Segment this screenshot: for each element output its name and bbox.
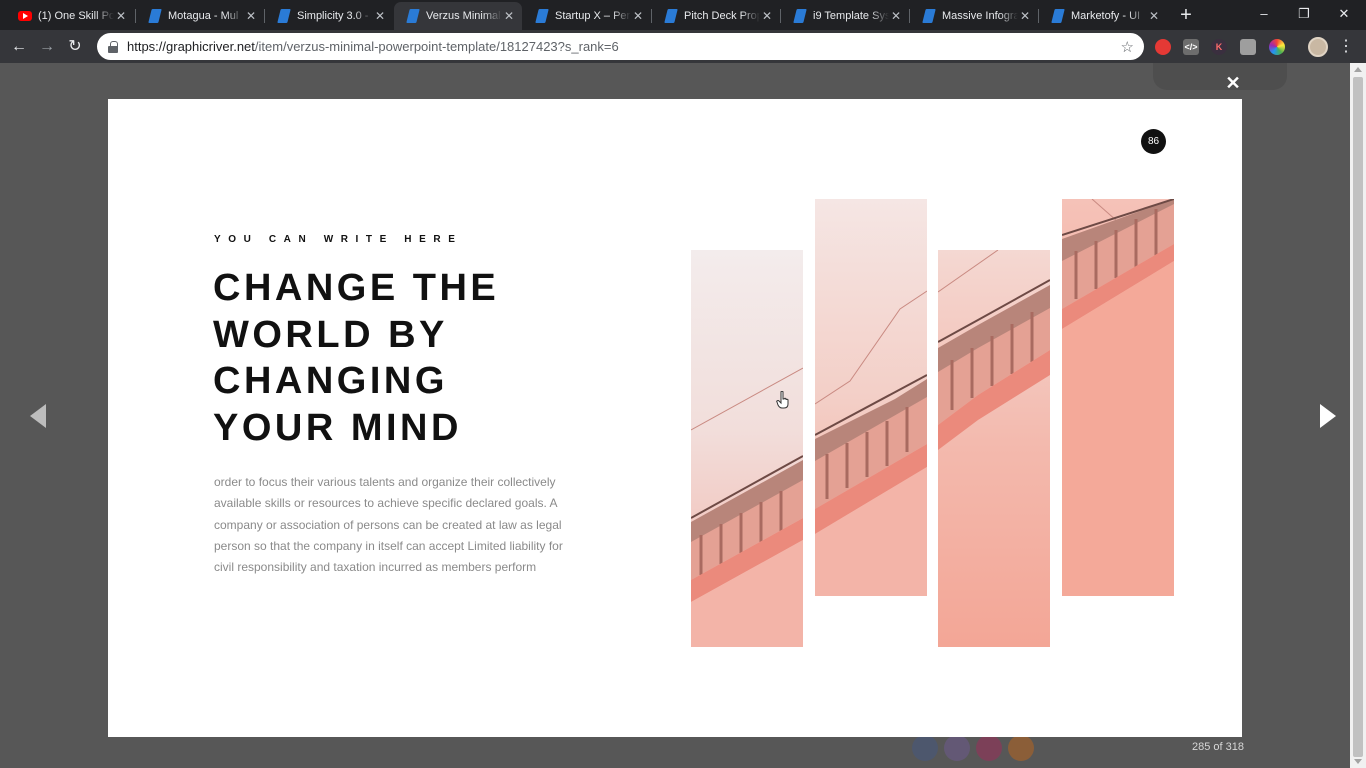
scroll-up-icon[interactable] — [1354, 67, 1362, 72]
slide-headline: CHANGE THE WORLD BY CHANGING YOUR MIND — [213, 265, 633, 451]
tab-title: Marketofy - UI — [1071, 10, 1141, 22]
tab-title: Motagua - Mul — [168, 10, 239, 22]
escalator-image-strip-3 — [938, 250, 1050, 647]
tab-title: Massive Infogra — [942, 10, 1018, 22]
lock-icon — [108, 40, 118, 53]
close-icon[interactable]: ✕ — [760, 9, 774, 23]
slide-preview: 86 YOU CAN WRITE HERE CHANGE THE WORLD B… — [108, 99, 1242, 737]
tab-strip: (1) One Skill Po ✕ Motagua - Mul ✕ Simpl… — [0, 0, 1366, 30]
url-text[interactable]: https://graphicriver.net/item/verzus-min… — [127, 39, 1121, 54]
youtube-icon — [18, 9, 32, 23]
envato-icon — [793, 9, 807, 23]
scroll-down-icon[interactable] — [1354, 759, 1362, 764]
browser-toolbar: ← → ↻ https://graphicriver.net/item/verz… — [0, 30, 1366, 63]
address-bar[interactable]: https://graphicriver.net/item/verzus-min… — [97, 33, 1144, 60]
slide-eyebrow: YOU CAN WRITE HERE — [214, 234, 463, 245]
extension-k-icon[interactable]: K — [1211, 39, 1227, 55]
tab-title: Simplicity 3.0 - — [297, 10, 369, 22]
page-scrollbar[interactable] — [1350, 63, 1366, 768]
envato-icon — [277, 9, 291, 23]
heart-icon — [976, 735, 1002, 761]
escalator-image-strip-1 — [691, 250, 803, 647]
close-icon[interactable]: ✕ — [889, 9, 903, 23]
extension-grid-icon[interactable] — [1240, 39, 1256, 55]
extension-red-icon[interactable] — [1155, 39, 1171, 55]
slide-body-text: order to focus their various talents and… — [214, 475, 563, 575]
scroll-thumb[interactable] — [1353, 77, 1363, 757]
envato-icon — [664, 9, 678, 23]
envato-icon — [535, 9, 549, 23]
headline-line: YOUR MIND — [213, 406, 462, 449]
graphicriver-logo-ghost — [1153, 63, 1287, 90]
headline-line: CHANGE THE — [213, 267, 500, 309]
envato-icon — [1051, 9, 1065, 23]
social-icon — [944, 735, 970, 761]
lightbox-close-button[interactable]: ✕ — [1222, 73, 1244, 95]
tab-simplicity[interactable]: Simplicity 3.0 - ✕ — [265, 2, 393, 30]
tab-title: Pitch Deck Prop — [684, 10, 760, 22]
tab-massive-infographic[interactable]: Massive Infogra ✕ — [910, 2, 1038, 30]
envato-icon — [922, 9, 936, 23]
tab-title: Startup X – Per — [555, 10, 631, 22]
close-icon[interactable]: ✕ — [114, 9, 128, 23]
close-icon[interactable]: ✕ — [502, 9, 516, 23]
window-close-button[interactable]: ✕ — [1324, 0, 1364, 30]
social-icon — [1008, 735, 1034, 761]
close-icon[interactable]: ✕ — [244, 9, 258, 23]
tab-motagua[interactable]: Motagua - Mul ✕ — [136, 2, 264, 30]
headline-line: CHANGING — [213, 360, 448, 402]
close-icon[interactable]: ✕ — [1147, 9, 1161, 23]
extension-code-icon[interactable]: </> — [1183, 39, 1199, 55]
hand-cursor-icon — [776, 391, 789, 409]
escalator-image-strip-4 — [1062, 199, 1174, 596]
next-arrow-icon[interactable] — [1314, 396, 1340, 436]
lightbox-overlay: ✕ 285 of 318 86 YOU CAN WRITE HERE CHANG… — [0, 63, 1350, 768]
headline-line: WORLD BY — [213, 313, 448, 356]
tab-one-skill[interactable]: (1) One Skill Po ✕ — [6, 2, 134, 30]
restore-button[interactable]: ❐ — [1284, 0, 1324, 30]
close-icon[interactable]: ✕ — [373, 9, 387, 23]
envato-icon — [406, 9, 420, 23]
color-picker-icon[interactable] — [1269, 39, 1285, 55]
minimize-button[interactable]: – — [1244, 0, 1284, 30]
facebook-icon — [912, 735, 938, 761]
tab-verzus[interactable]: Verzus Minimal ✕ — [394, 2, 522, 30]
forward-button[interactable]: → — [34, 34, 60, 60]
close-icon[interactable]: ✕ — [631, 9, 645, 23]
slide-number-badge: 86 — [1141, 129, 1166, 154]
chrome-menu-icon[interactable]: ⋮ — [1337, 34, 1355, 60]
tab-title: Verzus Minimal — [426, 10, 501, 22]
share-icons-ghost — [912, 735, 1042, 761]
tab-title: i9 Template Sys — [813, 10, 889, 22]
reload-button[interactable]: ↻ — [62, 34, 88, 60]
envato-icon — [148, 9, 162, 23]
escalator-image-strip-2 — [815, 199, 927, 596]
tab-marketofy[interactable]: Marketofy - UI ✕ — [1039, 2, 1167, 30]
url-path: /item/verzus-minimal-powerpoint-template… — [254, 39, 619, 54]
previous-arrow-icon[interactable] — [26, 396, 52, 436]
tab-pitch-deck[interactable]: Pitch Deck Prop ✕ — [652, 2, 780, 30]
tab-i9-template[interactable]: i9 Template Sys ✕ — [781, 2, 909, 30]
url-host: https://graphicriver.net — [127, 39, 255, 54]
profile-avatar[interactable] — [1308, 37, 1328, 57]
image-counter: 285 of 318 — [1192, 741, 1244, 753]
new-tab-button[interactable]: + — [1173, 3, 1199, 27]
back-button[interactable]: ← — [6, 34, 32, 60]
bookmark-star-icon[interactable]: ☆ — [1121, 38, 1134, 56]
tab-startup-x[interactable]: Startup X – Per ✕ — [523, 2, 651, 30]
close-icon[interactable]: ✕ — [1018, 9, 1032, 23]
tab-title: (1) One Skill Po — [38, 10, 114, 22]
